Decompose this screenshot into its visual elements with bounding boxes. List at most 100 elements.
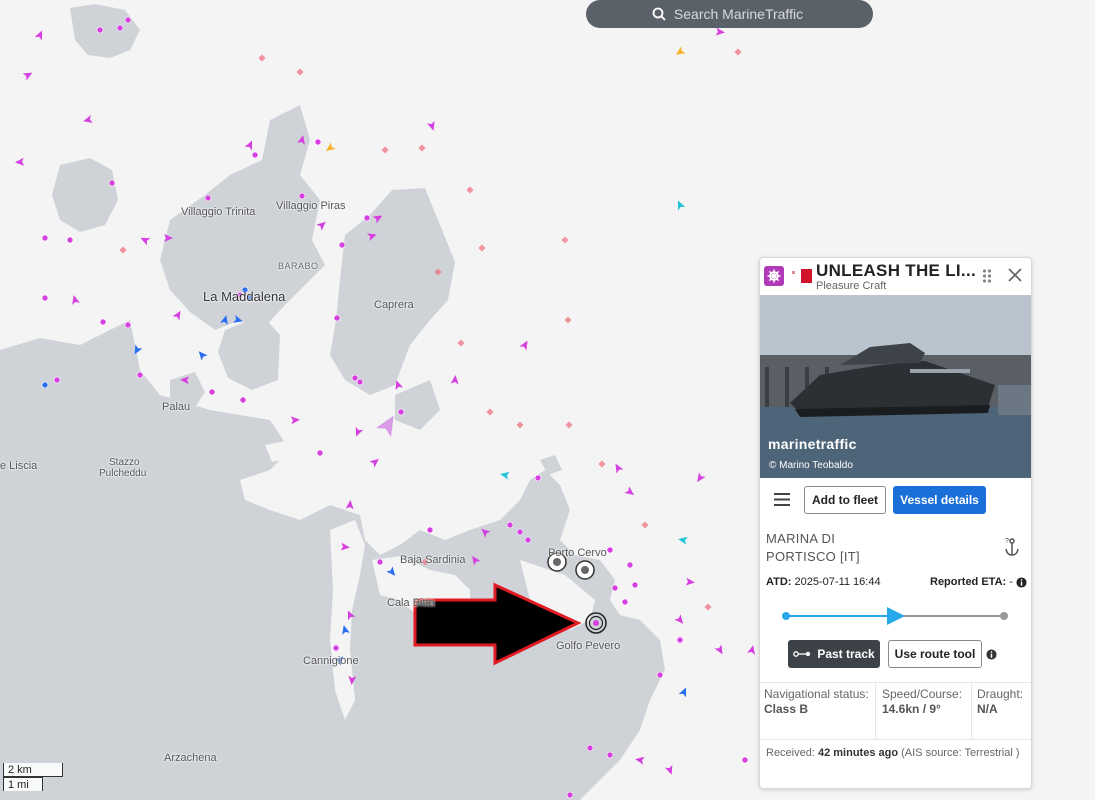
add-to-fleet-button[interactable]: Add to fleet — [804, 486, 886, 514]
vessel-marker — [41, 294, 49, 302]
map-label-palau: Palau — [162, 401, 191, 413]
received-value: 42 minutes ago — [817, 747, 899, 759]
nav-status-value: Class B — [764, 702, 809, 716]
map-label-baja-sardinia: Baja Sardinia — [400, 554, 466, 566]
scale-metric: 2 km — [3, 763, 63, 777]
map-label-pulcheddu: Pulcheddu — [99, 468, 147, 479]
map-label-cala-bitta: Cala Bitta — [387, 597, 435, 609]
map-label-cannigione: Cannigione — [303, 655, 359, 667]
info-icon[interactable] — [986, 649, 997, 660]
vessel-marker — [397, 408, 405, 416]
map-label-stazzo: Stazzo — [109, 457, 140, 468]
vessel-marker — [351, 374, 359, 382]
map-label-porto-cervo: Porto Cervo — [548, 547, 607, 559]
scale-imperial: 1 mi — [3, 777, 43, 791]
vessel-type: Pleasure Craft — [816, 280, 887, 292]
vessel-marker — [606, 546, 614, 554]
vessel-marker — [204, 194, 212, 202]
map-label-villaggio-trinita: Villaggio Trinita — [181, 206, 256, 218]
selected-vessel-marker[interactable] — [585, 612, 607, 634]
panel-toolbar: Add to fleet Vessel details — [760, 480, 1031, 522]
map-label-golfo-pevero: Golfo Pevero — [556, 640, 621, 652]
past-track-button[interactable]: Past track — [788, 640, 880, 668]
anchor-icon: ? — [1005, 538, 1019, 556]
ais-source: (AIS source: Terrestrial ) — [901, 747, 1020, 759]
vessel-marker — [426, 526, 434, 534]
vessel-marker — [376, 558, 384, 566]
vessel-marker — [586, 744, 594, 752]
ship-type-icon — [764, 266, 784, 286]
map-label-liscia: e Liscia — [0, 460, 38, 472]
vessel-position-icon — [887, 607, 905, 625]
atd: ATD: 2025-07-11 16:44 — [766, 576, 881, 588]
vessel-marker — [741, 756, 749, 764]
nav-status-cell: Navigational status: Class B — [760, 683, 876, 739]
eta-label: Reported ETA: — [930, 576, 1007, 588]
speed-course-value: 14.6kn / 9° — [882, 702, 941, 716]
atd-value: 2025-07-11 16:44 — [794, 576, 881, 588]
vessel-marker — [333, 314, 341, 322]
info-icon[interactable] — [1016, 577, 1027, 588]
vessel-marker — [41, 234, 49, 242]
atd-label: ATD: — [766, 576, 792, 588]
map-label-villaggio-piras: Villaggio Piras — [276, 200, 346, 212]
search-placeholder: Search MarineTraffic — [673, 6, 804, 22]
vessel-marker — [676, 636, 684, 644]
departure-dot — [782, 612, 790, 620]
port-icon[interactable] — [575, 560, 595, 580]
vessel-marker — [124, 16, 132, 24]
speed-course-label: Speed/Course: — [882, 687, 963, 701]
past-track-label: Past track — [817, 647, 875, 661]
vessel-marker — [621, 598, 629, 606]
vessel-marker — [239, 396, 247, 404]
vessel-marker — [356, 378, 364, 386]
map-label-la-maddalena: La Maddalena — [203, 289, 286, 304]
voyage-progress — [782, 607, 1008, 625]
search-bar[interactable]: Search MarineTraffic — [586, 0, 873, 28]
vessel-photo[interactable]: marinetraffic © Marino Teobaldo — [760, 295, 1031, 478]
map-label-caprera: Caprera — [374, 299, 414, 311]
route-tool-button[interactable]: Use route tool — [888, 640, 982, 668]
vessel-marker — [116, 24, 124, 32]
past-track-icon — [793, 651, 811, 657]
port-line1: MARINA DI — [766, 531, 836, 546]
vessel-marker — [611, 584, 619, 592]
reported-eta: Reported ETA: - — [930, 576, 1027, 588]
vessel-marker — [338, 241, 346, 249]
nav-status-label: Navigational status: — [764, 687, 869, 701]
port-line2: PORTISCO [IT] — [766, 549, 860, 564]
menu-icon[interactable] — [774, 493, 790, 506]
destination-port: MARINA DI PORTISCO [IT] — [766, 530, 860, 566]
draught-label: Draught: — [977, 687, 1024, 701]
malta-flag-icon — [790, 269, 812, 283]
vessel-marker — [96, 26, 104, 34]
map-label-arzachena: Arzachena — [164, 752, 217, 764]
vessel-marker — [606, 751, 614, 759]
close-icon[interactable] — [1007, 267, 1023, 283]
drag-handle-icon[interactable] — [982, 268, 992, 284]
vessel-marker — [314, 138, 322, 146]
vessel-marker — [656, 671, 664, 679]
vessel-marker — [524, 536, 532, 544]
vessel-name: UNLEASH THE LI... — [816, 261, 976, 280]
draught-value: N/A — [977, 702, 998, 716]
vessel-marker — [516, 528, 524, 536]
vessel-marker — [506, 521, 514, 529]
vessel-info-panel: UNLEASH THE LI... Pleasure Craft marinet… — [759, 257, 1032, 789]
vessel-details-button[interactable]: Vessel details — [893, 486, 986, 514]
received-label: Received: — [766, 747, 815, 759]
photo-watermark: marinetraffic — [768, 436, 857, 452]
vessel-marker — [53, 376, 61, 384]
vessel-marker — [41, 381, 49, 389]
eta-value: - — [1009, 576, 1013, 588]
vessel-marker — [66, 236, 74, 244]
received-info: Received: 42 minutes ago (AIS source: Te… — [766, 744, 1026, 762]
map-label-barabo: BARABO — [278, 261, 319, 271]
vessel-marker — [332, 644, 340, 652]
search-icon — [652, 7, 666, 21]
vessel-marker — [534, 474, 542, 482]
vessel-marker — [566, 791, 574, 799]
vessel-stats: Navigational status: Class B Speed/Cours… — [760, 682, 1031, 740]
vessel-marker — [316, 449, 324, 457]
vessel-marker — [136, 371, 144, 379]
